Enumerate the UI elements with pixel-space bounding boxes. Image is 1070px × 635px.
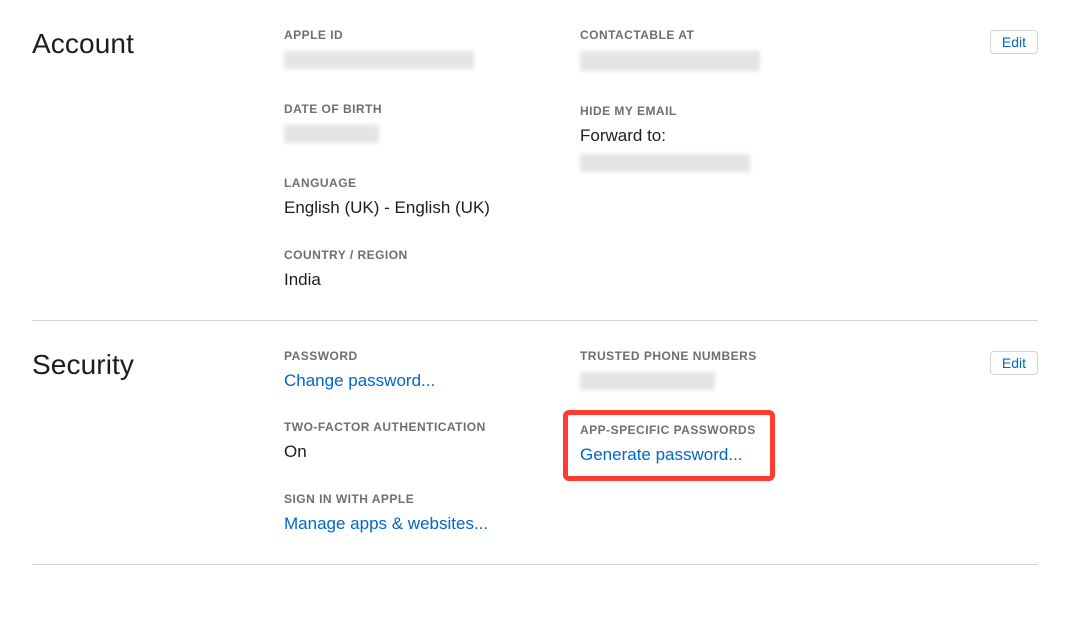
app-passwords-highlight: APP-SPECIFIC PASSWORDS Generate password…	[563, 410, 775, 482]
contactable-value-redacted	[580, 51, 760, 71]
account-right-col: CONTACTABLE AT HIDE MY EMAIL Forward to:	[580, 28, 1038, 292]
hide-email-label: HIDE MY EMAIL	[580, 104, 1038, 118]
hide-email-value-redacted	[580, 154, 750, 172]
trusted-phone-value-redacted	[580, 372, 715, 390]
two-factor-value: On	[284, 440, 580, 464]
security-content: PASSWORD Change password... TWO-FACTOR A…	[284, 349, 1038, 536]
change-password-link[interactable]: Change password...	[284, 369, 580, 393]
dob-value-redacted	[284, 125, 379, 143]
account-edit-button[interactable]: Edit	[990, 30, 1038, 54]
app-passwords-label: APP-SPECIFIC PASSWORDS	[580, 423, 756, 437]
language-field: LANGUAGE English (UK) - English (UK)	[284, 176, 580, 220]
account-left-col: APPLE ID DATE OF BIRTH LANGUAGE English …	[284, 28, 580, 292]
dob-label: DATE OF BIRTH	[284, 102, 580, 116]
apple-id-value-redacted	[284, 51, 474, 69]
country-value: India	[284, 268, 580, 292]
manage-apps-link[interactable]: Manage apps & websites...	[284, 512, 580, 536]
hide-email-field: HIDE MY EMAIL Forward to:	[580, 104, 1038, 177]
sign-in-apple-label: SIGN IN WITH APPLE	[284, 492, 580, 506]
hide-email-forward-label: Forward to:	[580, 124, 1038, 148]
security-title: Security	[32, 349, 284, 536]
contactable-label: CONTACTABLE AT	[580, 28, 1038, 42]
security-left-col: PASSWORD Change password... TWO-FACTOR A…	[284, 349, 580, 536]
account-content: APPLE ID DATE OF BIRTH LANGUAGE English …	[284, 28, 1038, 292]
language-label: LANGUAGE	[284, 176, 580, 190]
country-field: COUNTRY / REGION India	[284, 248, 580, 292]
apple-id-field: APPLE ID	[284, 28, 580, 74]
trusted-phone-label: TRUSTED PHONE NUMBERS	[580, 349, 1038, 363]
security-section: Security PASSWORD Change password... TWO…	[32, 321, 1038, 564]
apple-id-label: APPLE ID	[284, 28, 580, 42]
contactable-field: CONTACTABLE AT	[580, 28, 1038, 76]
dob-field: DATE OF BIRTH	[284, 102, 580, 148]
generate-password-link[interactable]: Generate password...	[580, 443, 756, 467]
two-factor-field: TWO-FACTOR AUTHENTICATION On	[284, 420, 580, 464]
account-title: Account	[32, 28, 284, 292]
password-field: PASSWORD Change password...	[284, 349, 580, 393]
security-right-col: TRUSTED PHONE NUMBERS APP-SPECIFIC PASSW…	[580, 349, 1038, 536]
trusted-phone-field: TRUSTED PHONE NUMBERS	[580, 349, 1038, 395]
country-label: COUNTRY / REGION	[284, 248, 580, 262]
account-section: Account APPLE ID DATE OF BIRTH LANGUAGE …	[32, 0, 1038, 320]
language-value: English (UK) - English (UK)	[284, 196, 580, 220]
two-factor-label: TWO-FACTOR AUTHENTICATION	[284, 420, 580, 434]
sign-in-apple-field: SIGN IN WITH APPLE Manage apps & website…	[284, 492, 580, 536]
password-label: PASSWORD	[284, 349, 580, 363]
section-divider-2	[32, 564, 1038, 565]
app-passwords-field: APP-SPECIFIC PASSWORDS Generate password…	[580, 423, 1038, 467]
security-edit-button[interactable]: Edit	[990, 351, 1038, 375]
